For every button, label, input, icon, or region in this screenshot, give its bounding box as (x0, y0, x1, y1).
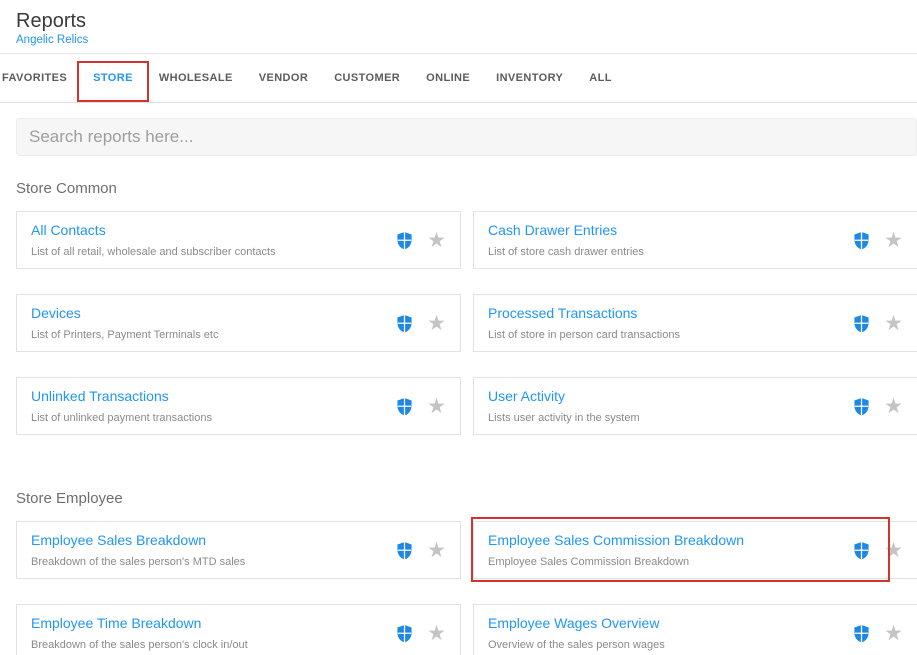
report-card-icons: ★ (386, 313, 446, 334)
star-icon[interactable]: ★ (427, 313, 446, 334)
report-link[interactable]: Devices (31, 305, 81, 321)
page-header: Reports Angelic Relics (0, 0, 917, 54)
star-icon[interactable]: ★ (427, 623, 446, 644)
tab-customer[interactable]: CUSTOMER (321, 54, 413, 102)
report-card: Employee Time Breakdown Breakdown of the… (16, 604, 461, 655)
tab-all[interactable]: ALL (576, 54, 625, 102)
report-link[interactable]: Employee Wages Overview (488, 615, 659, 631)
report-card: Employee Wages Overview Overview of the … (473, 604, 917, 655)
report-link[interactable]: Employee Sales Breakdown (31, 532, 206, 548)
report-card: Employee Sales Commission Breakdown Empl… (471, 517, 917, 582)
tab-wholesale[interactable]: WHOLESALE (146, 54, 246, 102)
report-description: Employee Sales Commission Breakdown (488, 556, 690, 568)
report-card-icons: ★ (386, 623, 446, 644)
tab-favorites[interactable]: FAVORITES (0, 54, 80, 102)
report-card-main: Employee Time Breakdown Breakdown of the… (31, 615, 386, 651)
report-description: List of all retail, wholesale and subscr… (31, 246, 276, 258)
star-icon[interactable]: ★ (427, 396, 446, 417)
page-title: Reports (16, 10, 87, 32)
shield-icon (853, 541, 870, 560)
report-card-icons: ★ (843, 623, 903, 644)
report-card-main: Unlinked Transactions List of unlinked p… (31, 388, 386, 424)
tab-bar: FAVORITES STORE WHOLESALE VENDOR CUSTOMER ONL… (0, 54, 917, 103)
shield-icon (396, 314, 413, 333)
tab-online[interactable]: ONLINE (413, 54, 483, 102)
tab-store[interactable]: STORE (77, 54, 149, 102)
tab-inventory[interactable]: INVENTORY (483, 54, 576, 102)
report-card-main: Processed Transactions List of store in … (488, 305, 843, 341)
report-card: Employee Sales Breakdown Breakdown of th… (16, 521, 461, 579)
section-title: Store Common (16, 180, 117, 197)
report-card: Devices List of Printers, Payment Termin… (16, 294, 461, 352)
star-icon[interactable]: ★ (884, 230, 903, 251)
report-card-main: Employee Sales Commission Breakdown Empl… (488, 532, 843, 568)
report-link[interactable]: Cash Drawer Entries (488, 222, 617, 238)
report-card-icons: ★ (386, 540, 446, 561)
report-card-icons: ★ (386, 230, 446, 251)
report-card-main: All Contacts List of all retail, wholesa… (31, 222, 386, 258)
section-title: Store Employee (16, 490, 123, 507)
report-link[interactable]: User Activity (488, 388, 565, 404)
report-card-main: Cash Drawer Entries List of store cash d… (488, 222, 843, 258)
shield-icon (853, 314, 870, 333)
report-description: Breakdown of the sales person's MTD sale… (31, 556, 246, 568)
annotation-box-tab (77, 61, 149, 102)
report-section: Store Common All Contacts List of all re… (0, 180, 917, 435)
report-link[interactable]: Employee Sales Commission Breakdown (488, 532, 744, 548)
report-card-icons: ★ (843, 230, 903, 251)
report-card-icons: ★ (843, 396, 903, 417)
report-card: Unlinked Transactions List of unlinked p… (16, 377, 461, 435)
report-description: List of store cash drawer entries (488, 246, 644, 258)
report-description: List of unlinked payment transactions (31, 412, 212, 424)
report-card-main: Employee Sales Breakdown Breakdown of th… (31, 532, 386, 568)
star-icon[interactable]: ★ (884, 540, 903, 561)
report-card-main: User Activity Lists user activity in the… (488, 388, 843, 424)
star-icon[interactable]: ★ (427, 230, 446, 251)
shield-icon (396, 231, 413, 250)
star-icon[interactable]: ★ (884, 396, 903, 417)
star-icon[interactable]: ★ (884, 623, 903, 644)
shield-icon (853, 231, 870, 250)
report-card-icons: ★ (843, 540, 903, 561)
card-grid: Employee Sales Breakdown Breakdown of th… (16, 517, 917, 655)
report-card-main: Devices List of Printers, Payment Termin… (31, 305, 386, 341)
shield-icon (853, 624, 870, 643)
report-card-icons: ★ (386, 396, 446, 417)
shield-icon (396, 624, 413, 643)
report-description: Lists user activity in the system (488, 412, 640, 424)
star-icon[interactable]: ★ (884, 313, 903, 334)
report-link[interactable]: Unlinked Transactions (31, 388, 169, 404)
report-card-icons: ★ (843, 313, 903, 334)
report-card-main: Employee Wages Overview Overview of the … (488, 615, 843, 651)
card-grid: All Contacts List of all retail, wholesa… (16, 211, 917, 435)
report-card: All Contacts List of all retail, wholesa… (16, 211, 461, 269)
star-icon[interactable]: ★ (427, 540, 446, 561)
search-input[interactable] (16, 118, 917, 156)
report-section: Store Employee Employee Sales Breakdown … (0, 490, 917, 655)
report-description: List of Printers, Payment Terminals etc (31, 329, 219, 341)
search-container (0, 103, 917, 156)
shield-icon (396, 397, 413, 416)
report-card: Cash Drawer Entries List of store cash d… (473, 211, 917, 269)
report-description: Breakdown of the sales person's clock in… (31, 639, 248, 651)
report-link[interactable]: Processed Transactions (488, 305, 637, 321)
report-link[interactable]: All Contacts (31, 222, 106, 238)
page-subtitle: Angelic Relics (16, 34, 89, 46)
report-link[interactable]: Employee Time Breakdown (31, 615, 201, 631)
tab-vendor[interactable]: VENDOR (246, 54, 321, 102)
report-description: Overview of the sales person wages (488, 639, 665, 651)
report-card: User Activity Lists user activity in the… (473, 377, 917, 435)
sections: Store Common All Contacts List of all re… (0, 156, 917, 655)
shield-icon (853, 397, 870, 416)
report-description: List of store in person card transaction… (488, 329, 680, 341)
shield-icon (396, 541, 413, 560)
report-card: Processed Transactions List of store in … (473, 294, 917, 352)
